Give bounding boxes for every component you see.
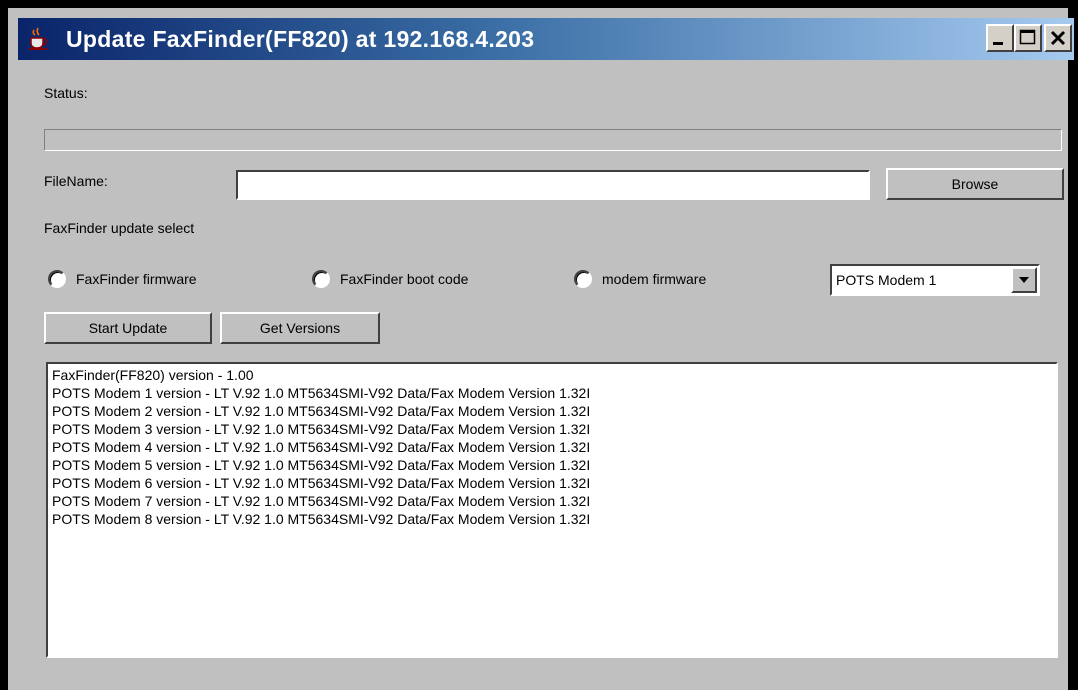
output-line: POTS Modem 5 version - LT V.92 1.0 MT563… <box>52 457 591 473</box>
radio-label: FaxFinder boot code <box>340 271 469 287</box>
versions-output-textarea[interactable]: FaxFinder(FF820) version - 1.00 POTS Mod… <box>46 362 1058 658</box>
update-dialog-window: Update FaxFinder(FF820) at 192.168.4.203… <box>0 0 1078 690</box>
radio-label: FaxFinder firmware <box>76 271 197 287</box>
browse-button[interactable]: Browse <box>886 168 1064 200</box>
modem-select-value: POTS Modem 1 <box>836 272 937 288</box>
window-title: Update FaxFinder(FF820) at 192.168.4.203 <box>66 26 535 52</box>
get-versions-button[interactable]: Get Versions <box>220 312 380 344</box>
output-line: POTS Modem 1 version - LT V.92 1.0 MT563… <box>52 385 591 401</box>
output-line: POTS Modem 7 version - LT V.92 1.0 MT563… <box>52 493 591 509</box>
filename-label: FileName: <box>44 173 108 189</box>
radio-circle-icon <box>574 270 592 288</box>
output-line: POTS Modem 3 version - LT V.92 1.0 MT563… <box>52 421 591 437</box>
progress-bar <box>44 129 1062 151</box>
minimize-button[interactable] <box>986 24 1014 52</box>
update-select-label: FaxFinder update select <box>44 220 195 236</box>
radio-circle-icon <box>312 270 330 288</box>
radio-faxfinder-firmware[interactable]: FaxFinder firmware <box>48 270 197 288</box>
close-button[interactable] <box>1044 24 1072 52</box>
dropdown-arrow-button[interactable] <box>1011 267 1037 293</box>
start-update-button[interactable]: Start Update <box>44 312 212 344</box>
output-line: POTS Modem 6 version - LT V.92 1.0 MT563… <box>52 475 591 491</box>
output-line: POTS Modem 2 version - LT V.92 1.0 MT563… <box>52 403 591 419</box>
minimize-icon <box>993 42 1003 45</box>
dialog-content: Status: FileName: Browse FaxFinder updat… <box>18 64 1074 690</box>
radio-faxfinder-boot-code[interactable]: FaxFinder boot code <box>312 270 468 288</box>
filename-input[interactable] <box>236 170 870 200</box>
radio-label: modem firmware <box>602 271 707 287</box>
chevron-down-icon <box>1019 277 1029 283</box>
close-icon <box>1050 30 1066 46</box>
title-bar[interactable]: Update FaxFinder(FF820) at 192.168.4.203 <box>18 18 1074 60</box>
output-line: POTS Modem 4 version - LT V.92 1.0 MT563… <box>52 439 591 455</box>
maximize-icon <box>1019 29 1036 45</box>
output-line: FaxFinder(FF820) version - 1.00 <box>52 367 254 383</box>
status-label: Status: <box>44 85 88 101</box>
modem-select-dropdown[interactable]: POTS Modem 1 <box>830 264 1040 296</box>
radio-circle-icon <box>48 270 66 288</box>
radio-modem-firmware[interactable]: modem firmware <box>574 270 706 288</box>
output-line: POTS Modem 8 version - LT V.92 1.0 MT563… <box>52 511 591 527</box>
java-cup-icon <box>29 27 48 50</box>
maximize-button[interactable] <box>1014 24 1042 52</box>
